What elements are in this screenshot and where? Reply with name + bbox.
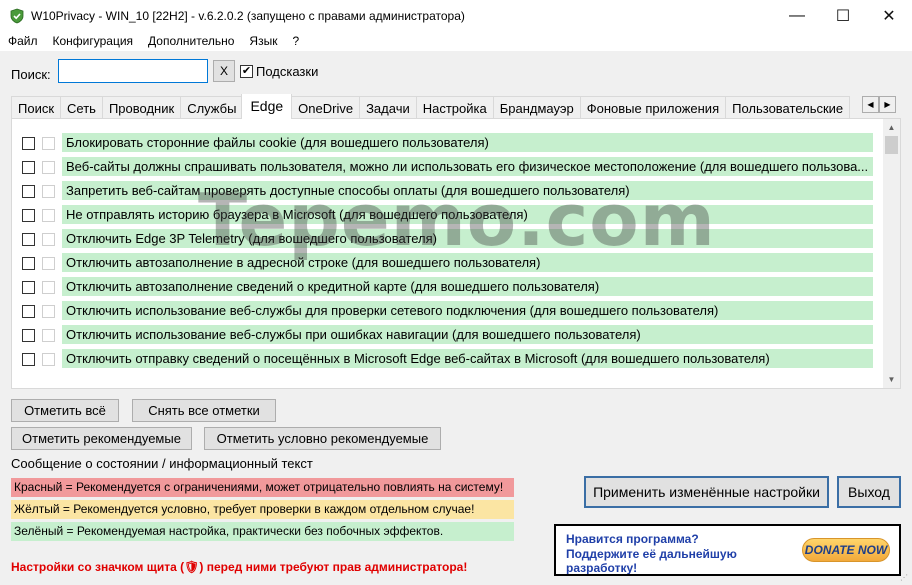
tab-user[interactable]: Пользовательские xyxy=(725,96,851,119)
apply-button[interactable]: Применить изменённые настройки xyxy=(584,476,829,508)
admin-note: Настройки со значком щита (🛡) перед ними… xyxy=(11,560,468,574)
tab-services[interactable]: Службы xyxy=(180,96,244,119)
setting-label[interactable]: Веб-сайты должны спрашивать пользователя… xyxy=(62,157,873,176)
minimize-button[interactable]: — xyxy=(774,0,820,31)
tab-scroll-left-icon[interactable]: ◀ xyxy=(862,96,879,113)
tab-search[interactable]: Поиск xyxy=(11,96,62,119)
tab-scroll: ◀ ▶ xyxy=(862,96,896,113)
close-button[interactable]: ✕ xyxy=(866,0,912,31)
scroll-down-icon[interactable]: ▼ xyxy=(883,371,900,388)
menu-bar: Файл Конфигурация Дополнительно Язык ? xyxy=(0,31,912,51)
shield-icon xyxy=(10,8,24,23)
settings-list: Блокировать сторонние файлы cookie (для … xyxy=(12,131,878,371)
setting-checkbox[interactable] xyxy=(22,257,35,270)
status-title: Сообщение о состоянии / информационный т… xyxy=(11,456,313,471)
scrollbar-thumb[interactable] xyxy=(885,136,898,154)
check-recommended-button[interactable]: Отметить рекомендуемые xyxy=(11,427,192,450)
uncheck-all-button[interactable]: Снять все отметки xyxy=(132,399,276,422)
list-item: Веб-сайты должны спрашивать пользователя… xyxy=(12,155,878,179)
menu-additional[interactable]: Дополнительно xyxy=(140,34,241,48)
setting-recommend-checkbox xyxy=(42,257,55,270)
donate-text: Нравится программа? Поддержите её дальне… xyxy=(566,532,756,575)
search-clear-button[interactable]: X xyxy=(213,60,235,82)
setting-label[interactable]: Блокировать сторонние файлы cookie (для … xyxy=(62,133,873,152)
menu-help[interactable]: ? xyxy=(284,34,306,48)
exit-button[interactable]: Выход xyxy=(837,476,901,508)
list-item: Не отправлять историю браузера в Microso… xyxy=(12,203,878,227)
setting-checkbox[interactable] xyxy=(22,185,35,198)
setting-checkbox[interactable] xyxy=(22,161,35,174)
setting-label[interactable]: Не отправлять историю браузера в Microso… xyxy=(62,205,873,224)
tab-tasks[interactable]: Задачи xyxy=(359,96,417,119)
tab-tweaks[interactable]: Настройка xyxy=(415,96,494,119)
menu-file[interactable]: Файл xyxy=(0,34,45,48)
setting-recommend-checkbox xyxy=(42,329,55,342)
setting-checkbox[interactable] xyxy=(22,353,35,366)
setting-recommend-checkbox xyxy=(42,137,55,150)
tab-onedrive[interactable]: OneDrive xyxy=(291,96,361,119)
setting-label[interactable]: Отключить использование веб-службы для п… xyxy=(62,301,873,320)
menu-language[interactable]: Язык xyxy=(241,34,284,48)
tab-explorer[interactable]: Проводник xyxy=(101,96,182,119)
hints-label: Подсказки xyxy=(256,63,319,79)
tab-scroll-right-icon[interactable]: ▶ xyxy=(879,96,896,113)
donate-button[interactable]: DONATE NOW xyxy=(802,538,890,562)
setting-checkbox[interactable] xyxy=(22,209,35,222)
setting-label[interactable]: Отключить автозаполнение в адресной стро… xyxy=(62,253,873,272)
check-conditional-button[interactable]: Отметить условно рекомендуемые xyxy=(204,427,441,450)
title-bar: W10Privacy - WIN_10 [22H2] - v.6.2.0.2 (… xyxy=(0,0,912,31)
hints-toggle[interactable]: ✔ Подсказки xyxy=(240,64,318,79)
donate-text-line: Нравится программа? xyxy=(566,532,699,546)
check-all-button[interactable]: Отметить всё xyxy=(11,399,119,422)
list-item: Отключить использование веб-службы при о… xyxy=(12,323,878,347)
tab-edge[interactable]: Edge xyxy=(241,94,293,119)
list-item: Отключить Edge 3P Telemetry (для вошедше… xyxy=(12,227,878,251)
search-row: Поиск: X ✔ Подсказки xyxy=(11,59,318,83)
setting-recommend-checkbox xyxy=(42,161,55,174)
setting-checkbox[interactable] xyxy=(22,305,35,318)
setting-label[interactable]: Отключить использование веб-службы при о… xyxy=(62,325,873,344)
menu-configuration[interactable]: Конфигурация xyxy=(45,34,141,48)
vertical-scrollbar[interactable]: ▲ ▼ xyxy=(883,119,900,388)
setting-label[interactable]: Отключить автозаполнение сведений о кред… xyxy=(62,277,873,296)
setting-checkbox[interactable] xyxy=(22,233,35,246)
hints-checkbox[interactable]: ✔ xyxy=(240,64,253,78)
tab-network[interactable]: Сеть xyxy=(60,96,103,119)
setting-label[interactable]: Запретить веб-сайтам проверять доступные… xyxy=(62,181,873,200)
legend-yellow: Жёлтый = Рекомендуется условно, требует … xyxy=(11,500,514,519)
settings-panel: Блокировать сторонние файлы cookie (для … xyxy=(11,118,901,389)
list-item: Отключить использование веб-службы для п… xyxy=(12,299,878,323)
donate-text-line: Поддержите её дальнейшую xyxy=(566,546,737,561)
window-title: W10Privacy - WIN_10 [22H2] - v.6.2.0.2 (… xyxy=(31,8,465,23)
list-item: Отключить отправку сведений о посещённых… xyxy=(12,347,878,371)
donate-panel: Нравится программа? Поддержите её дальне… xyxy=(554,524,901,576)
scroll-up-icon[interactable]: ▲ xyxy=(883,119,900,136)
tab-background-apps[interactable]: Фоновые приложения xyxy=(579,96,727,119)
setting-recommend-checkbox xyxy=(42,209,55,222)
setting-recommend-checkbox xyxy=(42,233,55,246)
donate-text-line: разработку! xyxy=(566,561,638,575)
setting-recommend-checkbox xyxy=(42,305,55,318)
maximize-button[interactable]: ☐ xyxy=(820,0,866,31)
legend-red: Красный = Рекомендуется с ограничениями,… xyxy=(11,478,514,497)
tab-firewall[interactable]: Брандмауэр xyxy=(492,96,581,119)
setting-recommend-checkbox xyxy=(42,281,55,294)
list-item: Запретить веб-сайтам проверять доступные… xyxy=(12,179,878,203)
setting-checkbox[interactable] xyxy=(22,329,35,342)
setting-label[interactable]: Отключить отправку сведений о посещённых… xyxy=(62,349,873,368)
setting-checkbox[interactable] xyxy=(22,137,35,150)
setting-recommend-checkbox xyxy=(42,185,55,198)
search-label: Поиск: xyxy=(11,66,51,82)
resize-grip-icon[interactable]: ⋰ xyxy=(900,573,910,583)
list-item: Отключить автозаполнение сведений о кред… xyxy=(12,275,878,299)
setting-recommend-checkbox xyxy=(42,353,55,366)
list-item: Блокировать сторонние файлы cookie (для … xyxy=(12,131,878,155)
search-input[interactable] xyxy=(58,59,208,83)
list-item: Отключить автозаполнение в адресной стро… xyxy=(12,251,878,275)
setting-checkbox[interactable] xyxy=(22,281,35,294)
legend-green: Зелёный = Рекомендуемая настройка, практ… xyxy=(11,522,514,541)
setting-label[interactable]: Отключить Edge 3P Telemetry (для вошедше… xyxy=(62,229,873,248)
tab-strip: Поиск Сеть Проводник Службы Edge OneDriv… xyxy=(11,94,860,119)
